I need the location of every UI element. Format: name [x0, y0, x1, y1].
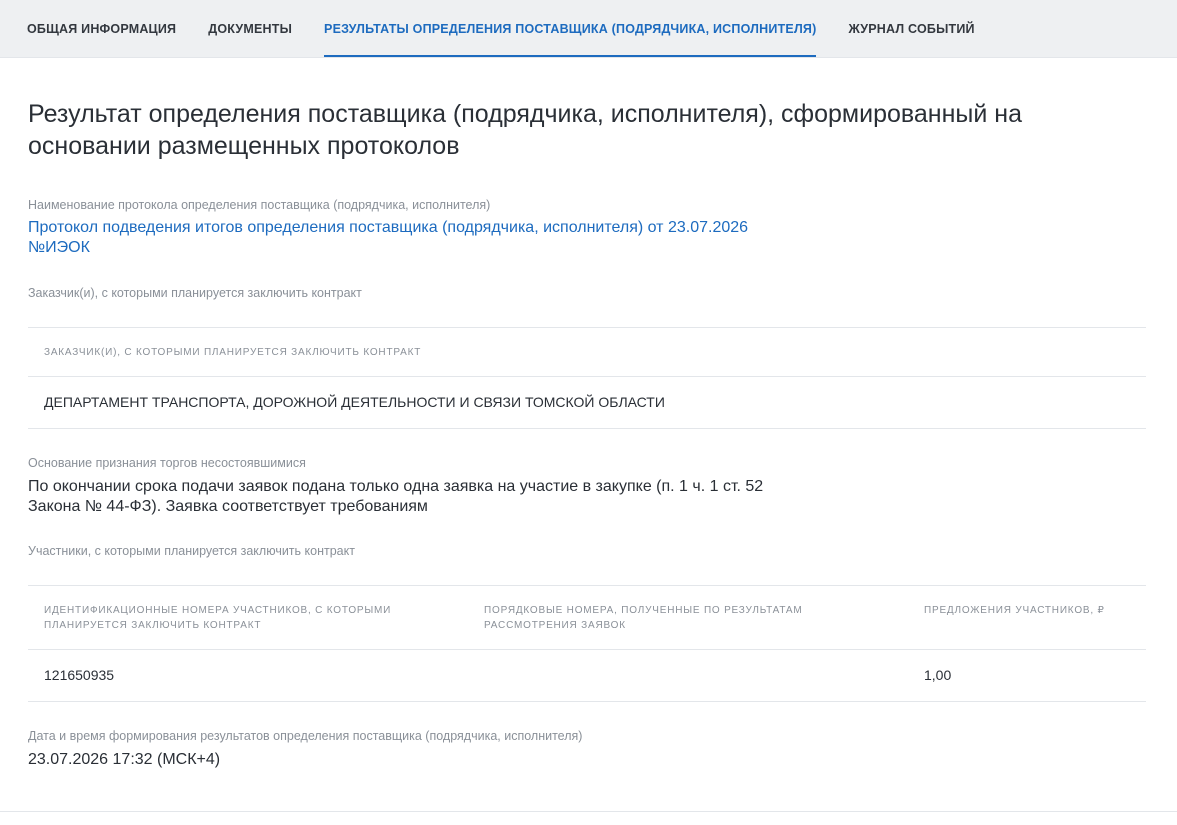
participant-order-cell	[468, 649, 908, 702]
main-content: Результат определения поставщика (подряд…	[0, 98, 1177, 770]
participants-section: Участники, с которыми планируется заключ…	[28, 543, 1146, 702]
customers-table: ЗАКАЗЧИК(И), С КОТОРЫМИ ПЛАНИРУЕТСЯ ЗАКЛ…	[28, 327, 1146, 429]
divider	[0, 811, 1177, 812]
tab-documents[interactable]: ДОКУМЕНТЫ	[208, 0, 292, 57]
table-row: 121650935 1,00	[28, 649, 1146, 702]
participants-label: Участники, с которыми планируется заключ…	[28, 544, 355, 558]
tab-general-info[interactable]: ОБЩАЯ ИНФОРМАЦИЯ	[27, 0, 176, 57]
customers-label: Заказчик(и), с которыми планируется закл…	[28, 286, 362, 300]
participant-offer-cell: 1,00	[908, 649, 1146, 702]
protocol-label: Наименование протокола определения поста…	[28, 198, 491, 212]
failed-reason-section: Основание признания торгов несостоявшими…	[28, 455, 1146, 517]
failed-reason-value: По окончании срока подачи заявок подана …	[28, 478, 764, 515]
protocol-link[interactable]: Протокол подведения итогов определения п…	[28, 218, 788, 258]
participant-id-cell: 121650935	[28, 649, 468, 702]
participant-id-column-header: ИДЕНТИФИКАЦИОННЫЕ НОМЕРА УЧАСТНИКОВ, С К…	[28, 585, 468, 650]
failed-reason-label: Основание признания торгов несостоявшими…	[28, 456, 306, 470]
participant-order-column-header: ПОРЯДКОВЫЕ НОМЕРА, ПОЛУЧЕННЫЕ ПО РЕЗУЛЬТ…	[468, 585, 908, 650]
page-title: Результат определения поставщика (подряд…	[28, 100, 1022, 160]
customers-section: Заказчик(и), с которыми планируется закл…	[28, 285, 1146, 429]
result-datetime-section: Дата и время формирования результатов оп…	[28, 728, 1146, 770]
participant-offer-column-header: ПРЕДЛОЖЕНИЯ УЧАСТНИКОВ, ₽	[908, 585, 1146, 650]
customer-name-cell: ДЕПАРТАМЕНТ ТРАНСПОРТА, ДОРОЖНОЙ ДЕЯТЕЛЬ…	[28, 376, 1146, 429]
tab-event-log[interactable]: ЖУРНАЛ СОБЫТИЙ	[848, 0, 974, 57]
table-row: ДЕПАРТАМЕНТ ТРАНСПОРТА, ДОРОЖНОЙ ДЕЯТЕЛЬ…	[28, 376, 1146, 429]
result-datetime-label: Дата и время формирования результатов оп…	[28, 729, 583, 743]
customers-column-header: ЗАКАЗЧИК(И), С КОТОРЫМИ ПЛАНИРУЕТСЯ ЗАКЛ…	[28, 327, 1146, 377]
participants-table: ИДЕНТИФИКАЦИОННЫЕ НОМЕРА УЧАСТНИКОВ, С К…	[28, 585, 1146, 702]
tab-supplier-results[interactable]: РЕЗУЛЬТАТЫ ОПРЕДЕЛЕНИЯ ПОСТАВЩИКА (ПОДРЯ…	[324, 0, 817, 57]
protocol-section: Наименование протокола определения поста…	[28, 197, 1146, 258]
result-datetime-value: 23.07.2026 17:32 (МСК+4)	[28, 751, 221, 768]
tab-bar: ОБЩАЯ ИНФОРМАЦИЯ ДОКУМЕНТЫ РЕЗУЛЬТАТЫ ОП…	[0, 0, 1177, 58]
